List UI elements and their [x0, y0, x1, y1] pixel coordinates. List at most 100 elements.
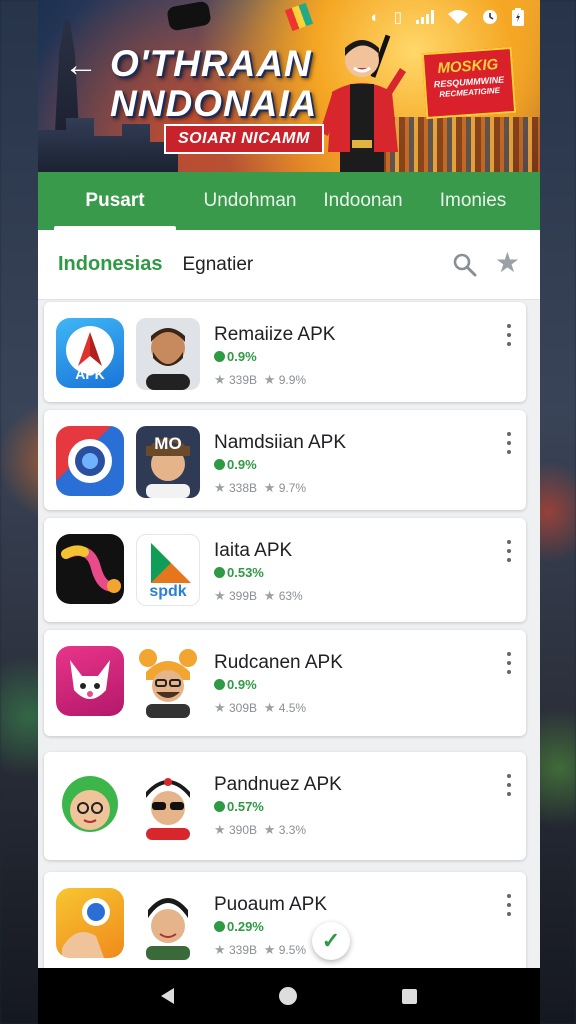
cap-avatar-text: MO — [154, 434, 182, 453]
mascot-illustration — [320, 34, 406, 172]
app-rating-value: 0.9% — [227, 677, 257, 692]
tab-imonies[interactable]: Imonies — [418, 172, 528, 230]
app-name: Namdsiian APK — [214, 432, 347, 453]
more-options-icon[interactable] — [506, 652, 512, 674]
app-stats: ★ 390B ★ 3.3% — [214, 822, 306, 838]
category-tabs: Pusart Undohman Indoonan Imonies — [38, 172, 540, 230]
more-options-icon[interactable] — [506, 540, 512, 562]
app-stats: ★ 399B ★ 63% — [214, 588, 303, 604]
app-name: Remaiize APK — [214, 324, 336, 345]
verified-icon — [214, 459, 225, 470]
app-rating-value: 0.9% — [227, 457, 257, 472]
nav-back-icon[interactable] — [160, 988, 174, 1004]
app-rating: 0.9% — [214, 349, 257, 364]
wifi-icon — [448, 10, 468, 24]
filter-row: Indonesias Egnatier ★ — [38, 230, 540, 300]
verified-icon — [214, 567, 225, 578]
more-options-icon[interactable] — [506, 324, 512, 346]
app-downloads: 390B — [229, 823, 258, 837]
list-item[interactable]: Pandnuez APK 0.57% ★ 390B ★ 3.3% — [44, 752, 526, 860]
app-downloads: 399B — [229, 589, 258, 603]
verified-icon — [214, 679, 225, 690]
star-icon: ★ — [263, 822, 276, 837]
star-icon: ★ — [214, 700, 226, 715]
list-item[interactable]: Puoaum APK 0.29% ★ 339B ★ 9.5% — [44, 872, 526, 982]
vibrate-icon: ▯ — [393, 9, 402, 26]
tab-indoonan[interactable]: Indoonan — [308, 172, 418, 230]
app-score: 9.9% — [278, 373, 307, 387]
nav-recents-icon[interactable] — [402, 988, 418, 1004]
more-options-icon[interactable] — [506, 894, 512, 916]
sunglasses-man-avatar — [136, 768, 200, 840]
star-icon: ★ — [263, 700, 276, 715]
list-item[interactable]: spdk Iaita APK 0.53% ★ 399B ★ 63% — [44, 518, 526, 622]
banner-title-line1: O'THRAAN — [110, 43, 312, 84]
bearded-man-avatar — [136, 318, 200, 390]
app-rating: 0.9% — [214, 457, 257, 472]
nav-home-icon[interactable] — [278, 987, 297, 1005]
app-rating-value: 0.57% — [227, 799, 264, 814]
apk-arrow-icon: APK — [56, 318, 124, 388]
cap-man-avatar: MO — [136, 426, 200, 498]
app-rating: 0.57% — [214, 799, 264, 814]
star-icon: ★ — [214, 588, 226, 603]
app-name: Rudcanen APK — [214, 652, 343, 673]
green-hair-face-icon — [56, 768, 124, 838]
verified-icon — [214, 801, 225, 812]
app-rating: 0.29% — [214, 919, 264, 934]
signal-icon — [416, 10, 434, 24]
phone-screen: O'THRAAN NNDONAIA SOIARI NICAMM MOSKIG R… — [38, 0, 540, 1024]
app-name: Pandnuez APK — [214, 774, 342, 795]
promo-badge: MOSKIG RESQUMMWINE RECMEATIGINE — [421, 46, 517, 120]
star-icon: ★ — [263, 588, 276, 603]
app-stats: ★ 339B ★ 9.9% — [214, 372, 306, 388]
verified-icon — [214, 351, 225, 362]
app-downloads: 338B — [229, 481, 258, 495]
star-icon: ★ — [214, 480, 226, 495]
app-score: 9.5% — [278, 943, 307, 957]
white-fox-icon — [56, 646, 124, 716]
app-downloads: 339B — [229, 943, 258, 957]
app-stats: ★ 339B ★ 9.5% — [214, 942, 306, 958]
more-options-icon[interactable] — [506, 774, 512, 796]
app-rating-value: 0.29% — [227, 919, 264, 934]
star-icon: ★ — [263, 480, 276, 495]
play-avatar-text: spdk — [149, 583, 187, 600]
navigation-bar — [38, 968, 540, 1024]
app-stats: ★ 309B ★ 4.5% — [214, 700, 306, 716]
app-downloads: 309B — [229, 701, 258, 715]
alarm-icon — [483, 10, 497, 24]
app-rating: 0.53% — [214, 565, 264, 580]
tab-undohman[interactable]: Undohman — [192, 172, 308, 230]
app-name: Puoaum APK — [214, 894, 328, 915]
star-icon[interactable]: ★ — [495, 249, 520, 277]
app-score: 4.5% — [278, 701, 307, 715]
app-score: 9.7% — [278, 481, 307, 495]
dark-hair-man-avatar — [136, 888, 200, 960]
more-options-icon[interactable] — [506, 432, 512, 454]
filter-chip-secondary[interactable]: Egnatier — [182, 254, 253, 276]
star-icon: ★ — [263, 372, 276, 387]
tab-pusart[interactable]: Pusart — [38, 172, 192, 230]
app-score: 3.3% — [278, 823, 307, 837]
app-rating-value: 0.9% — [227, 349, 257, 364]
banner-title-line2: NNDONAIA — [110, 83, 318, 124]
app-stats: ★ 338B ★ 9.7% — [214, 480, 306, 496]
search-icon[interactable] — [452, 252, 478, 278]
back-arrow-icon[interactable]: ← — [64, 48, 98, 82]
camera-lens-icon — [56, 426, 124, 496]
star-icon: ★ — [214, 822, 226, 837]
check-icon[interactable]: ✓ — [312, 922, 350, 960]
banner-subtitle: SOIARI NICAMM — [164, 124, 324, 154]
bear-hat-man-avatar — [136, 646, 200, 718]
app-score: 63% — [278, 589, 303, 603]
filter-chip-primary[interactable]: Indonesias — [58, 253, 162, 276]
list-item[interactable]: APK Remaiize APK 0.9% ★ 339B ★ 9.9% — [44, 302, 526, 402]
app-downloads: 339B — [229, 373, 258, 387]
notification-icon: ◐ — [370, 8, 380, 26]
yellow-lens-icon — [56, 888, 124, 958]
app-rating-value: 0.53% — [227, 565, 264, 580]
colorful-snake-icon — [56, 534, 124, 604]
list-item[interactable]: MO Namdsiian APK 0.9% ★ 338B ★ 9.7% — [44, 410, 526, 510]
list-item[interactable]: Rudcanen APK 0.9% ★ 309B ★ 4.5% — [44, 630, 526, 736]
